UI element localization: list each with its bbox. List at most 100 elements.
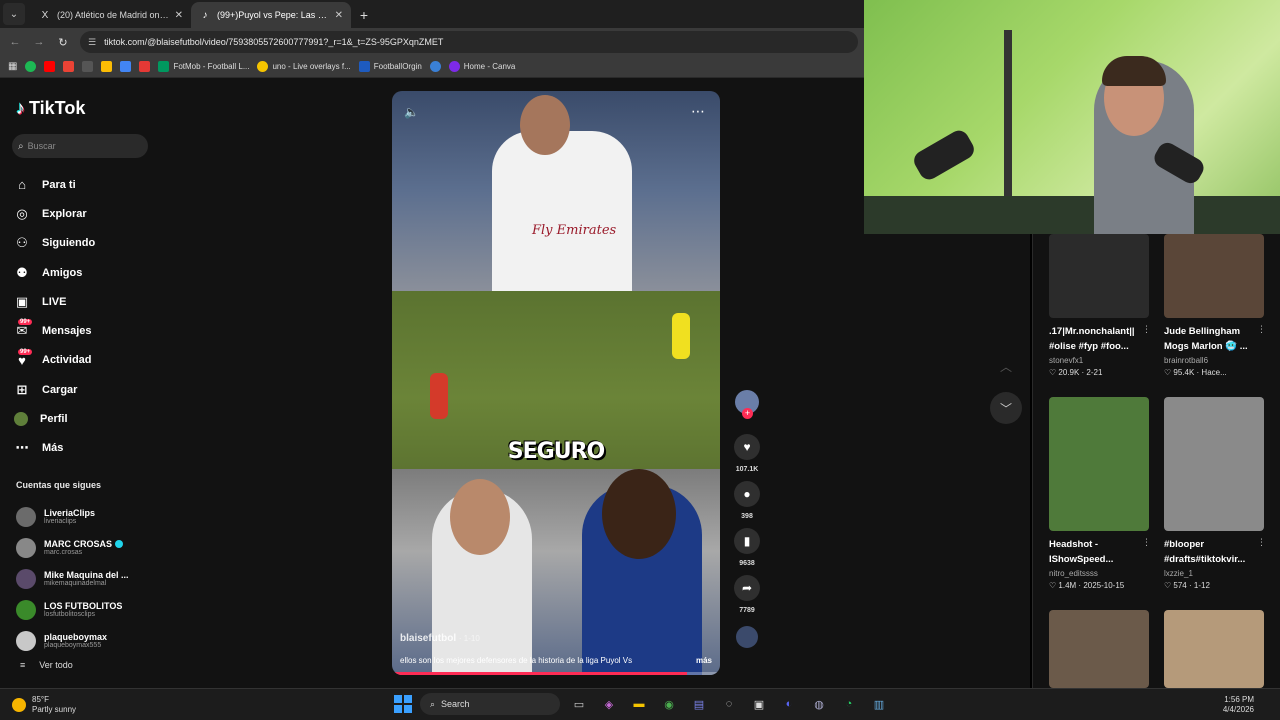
next-video-button[interactable]: ﹀	[990, 392, 1022, 424]
following-icon: ⚇	[16, 235, 28, 251]
tiktok-sidebar: ♪ TikTok ⌕ Buscar ⌂ Para ti ◎ Explorar ⚇ Si…	[0, 78, 200, 688]
sidebar-item-para-ti[interactable]: ⌂ Para ti	[14, 170, 194, 199]
sidebar-item-explorar[interactable]: ◎ Explorar	[14, 199, 194, 228]
apps-grid-icon[interactable]: ▦	[8, 61, 17, 72]
volume-icon[interactable]: 🔈	[404, 105, 419, 119]
more-link[interactable]: más	[696, 656, 712, 665]
video-thumbnail	[1164, 610, 1264, 688]
save-action[interactable]: ▮ 9638	[733, 528, 761, 567]
sidebar-item-siguiendo[interactable]: ⚇ Siguiendo	[14, 229, 194, 258]
system-clock[interactable]: 1:56 PM 4/4/2026	[1223, 695, 1254, 715]
sidebar-item-mas[interactable]: ⋯ Más	[14, 434, 194, 463]
more-options-icon[interactable]: ⋮	[1257, 324, 1266, 335]
video-progress-bar[interactable]	[392, 672, 720, 675]
compass-icon: ◎	[16, 205, 28, 221]
followed-account[interactable]: MARC CROSAS marc.crosas	[16, 532, 196, 563]
address-bar[interactable]: ☰ tiktok.com/@blaisefutbol/video/7593805…	[80, 31, 858, 53]
search-icon: ⌕	[18, 140, 24, 152]
drive-icon[interactable]	[101, 61, 113, 72]
taskbar-apps: ⌕ Search ▭ ◈ ▬ ◉ ▤ ◌ ▣ ◐ ◍ ◔ ▥	[394, 693, 890, 715]
store-icon[interactable]: ▣	[748, 693, 770, 715]
search-icon: ⌕	[430, 698, 436, 709]
close-icon[interactable]: ✕	[335, 10, 343, 21]
whatsapp-icon[interactable]: ◔	[838, 693, 860, 715]
bookmark-footballorgin[interactable]: FootballOrgin	[358, 61, 422, 72]
more-options-icon[interactable]: ⋮	[1142, 324, 1151, 335]
previous-video-button[interactable]: ︿	[990, 350, 1022, 382]
sidebar-item-cargar[interactable]: ⊞ Cargar	[14, 375, 194, 404]
windows-start-icon[interactable]	[394, 695, 412, 713]
sidebar-item-live[interactable]: ▣ LIVE	[14, 287, 194, 316]
sidebar-item-amigos[interactable]: ⚉ Amigos	[14, 258, 194, 287]
player-head	[520, 95, 570, 155]
more-options-icon[interactable]: ⋯	[691, 103, 706, 120]
tab-search-button[interactable]: ⌄	[3, 3, 25, 25]
browser-tab-x[interactable]: X (20) Atlético de Madrid on X: "R ✕	[31, 2, 191, 28]
share-icon: ➦	[734, 575, 760, 601]
suggested-video-card[interactable]: ⋮ #blooper #drafts#tiktokvir... lxzzie_1…	[1164, 397, 1266, 590]
suggested-video-card[interactable]: ⋮ Headshot - IShowSpeed... nitro_editsss…	[1049, 397, 1151, 590]
sidebar-item-mensajes[interactable]: ✉ 99+ Mensajes	[14, 316, 194, 345]
file-explorer-icon[interactable]: ▬	[628, 693, 650, 715]
docs-icon[interactable]	[120, 61, 132, 72]
sidebar-item-actividad[interactable]: ♥ 99+ Actividad	[14, 346, 194, 375]
video-player[interactable]: Fly Emirates SEGURO 🔈 ⋯ blaisefutbol · 1…	[392, 91, 720, 675]
app-icon[interactable]	[139, 61, 151, 72]
edge-icon[interactable]	[429, 61, 441, 72]
like-action[interactable]: ♥ 107.1K	[733, 434, 761, 473]
tiktok-logo-icon: ♪	[202, 9, 208, 21]
site-info-icon[interactable]: ☰	[88, 37, 96, 48]
creator-avatar[interactable]: +	[735, 390, 759, 419]
spotify-icon[interactable]	[25, 61, 37, 72]
browser-toolbar: ← → ↻ ☰ tiktok.com/@blaisefutbol/video/7…	[0, 28, 864, 56]
tiktok-note-icon: ♪	[16, 98, 25, 118]
bookmark-uno[interactable]: uno - Live overlays f...	[257, 61, 351, 72]
back-arrow-icon[interactable]: ←	[8, 36, 22, 48]
more-options-icon[interactable]: ⋮	[1142, 537, 1151, 548]
verified-icon	[115, 540, 124, 548]
chrome-icon[interactable]: ◉	[658, 693, 680, 715]
browser-tab-tiktok[interactable]: ♪ (99+)Puyol vs Pepe: Las Mejores ✕	[191, 2, 351, 28]
video-author[interactable]: blaisefutbol · 1-10	[400, 633, 480, 644]
followed-account[interactable]: plaqueboymax plaqueboymax555	[16, 625, 196, 656]
taskbar-search[interactable]: ⌕ Search	[420, 693, 560, 715]
share-action[interactable]: ➦ 7789	[733, 575, 761, 614]
close-icon[interactable]: ✕	[175, 10, 183, 21]
youtube-icon[interactable]	[44, 61, 56, 72]
notepad-icon[interactable]: ▥	[868, 693, 890, 715]
discord-icon[interactable]: ◐	[778, 693, 800, 715]
bookmark-fotmob[interactable]: FotMob - Football L...	[158, 61, 249, 72]
link-icon[interactable]	[82, 61, 94, 72]
suggested-video-card[interactable]	[1164, 610, 1266, 688]
tiktok-logo[interactable]: ♪ TikTok	[16, 98, 85, 119]
followed-account[interactable]: LiveriaClips liveriaclips	[16, 501, 196, 532]
comment-action[interactable]: ● 398	[733, 481, 761, 520]
sidebar-item-perfil[interactable]: Perfil	[14, 404, 194, 433]
followed-account[interactable]: LOS FUTBOLITOS losfutbolitosclips	[16, 594, 196, 625]
weather-widget[interactable]: 85°F Partly sunny	[12, 695, 76, 715]
more-options-icon[interactable]: ⋮	[1257, 537, 1266, 548]
copilot-icon[interactable]: ◈	[598, 693, 620, 715]
save-count: 9638	[739, 560, 755, 567]
followed-account[interactable]: Mike Maquina del ... mikemaquinadelmal	[16, 563, 196, 594]
task-view-icon[interactable]: ▭	[568, 693, 590, 715]
teams-icon[interactable]: ▤	[688, 693, 710, 715]
bookmark-canva[interactable]: Home - Canva	[448, 61, 515, 72]
gmail-icon[interactable]	[63, 61, 75, 72]
see-all-link[interactable]: ≡ Ver todo	[20, 660, 73, 670]
video-progress-fill	[392, 672, 688, 675]
music-disc-icon[interactable]	[736, 626, 758, 648]
obs-icon[interactable]: ◌	[718, 693, 740, 715]
follow-plus-icon[interactable]: +	[742, 408, 753, 419]
suggested-video-card[interactable]	[1049, 610, 1151, 688]
suggested-video-card[interactable]: ⋮ Jude Bellingham Mogs Marlon 🥶 ... brai…	[1164, 234, 1266, 377]
suggested-video-card[interactable]: ⋮ .17|Mr.nonchalant|| #olise #fyp #foo..…	[1049, 234, 1151, 377]
shirt-sponsor-text: Fly Emirates	[532, 223, 617, 238]
reload-icon[interactable]: ↻	[56, 36, 70, 49]
forward-arrow-icon[interactable]: →	[32, 36, 46, 48]
x-logo-icon: X	[41, 9, 49, 21]
search-input[interactable]: ⌕ Buscar	[12, 134, 148, 158]
new-tab-button[interactable]: +	[351, 2, 377, 28]
video-frame-bottom	[392, 469, 720, 675]
steam-icon[interactable]: ◍	[808, 693, 830, 715]
